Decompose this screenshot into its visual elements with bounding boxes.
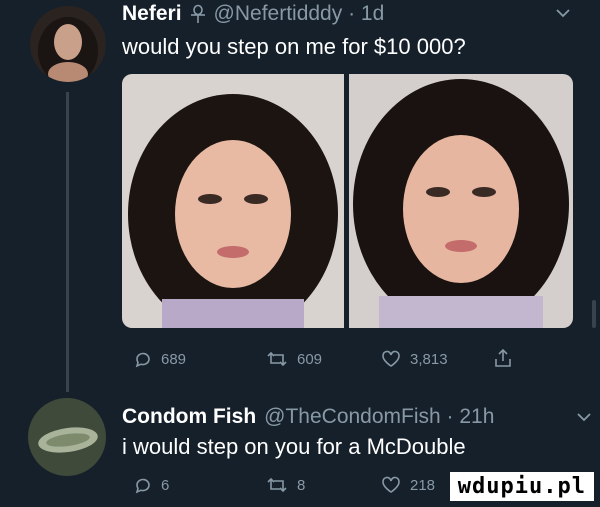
avatar-condom-fish[interactable] (28, 398, 106, 476)
ankh-icon (188, 4, 208, 24)
reply-count: 6 (161, 476, 170, 494)
reply-icon (133, 475, 153, 495)
share-button[interactable] (493, 347, 513, 369)
photo-left-image (122, 74, 344, 328)
like-button[interactable]: 3,813 (380, 349, 448, 369)
reply-button[interactable]: 689 (133, 349, 186, 369)
avatar-neferi[interactable] (30, 6, 106, 82)
retweet-count: 609 (297, 350, 323, 368)
share-icon (493, 347, 513, 369)
tweet1-header: Neferi @Nefertidddy · 1d (122, 0, 562, 28)
scrollbar[interactable] (592, 300, 596, 328)
tweet1-handle-time[interactable]: @Nefertidddy · 1d (214, 2, 385, 26)
like-count: 218 (410, 476, 436, 494)
retweet-count: 8 (297, 476, 306, 494)
tweet2-header: Condom Fish @TheCondomFish · 21h (122, 403, 562, 431)
like-button[interactable]: 218 (380, 475, 435, 495)
tweet1-photo-left[interactable] (122, 74, 344, 328)
heart-icon (380, 349, 402, 369)
tweet2-display-name[interactable]: Condom Fish (122, 405, 256, 429)
like-count: 3,813 (410, 350, 448, 368)
avatar-image (30, 6, 106, 82)
avatar-image (28, 398, 106, 476)
chevron-down-icon[interactable] (576, 410, 592, 424)
chevron-down-icon[interactable] (555, 6, 571, 20)
retweet-button[interactable]: 609 (265, 349, 322, 369)
tweet1-text: would you step on me for $10 000? (122, 34, 466, 59)
heart-icon (380, 475, 402, 495)
reply-icon (133, 349, 153, 369)
thread-line (66, 92, 69, 392)
retweet-button[interactable]: 8 (265, 475, 305, 495)
reply-count: 689 (161, 350, 187, 368)
photo-right-image (349, 74, 573, 328)
tweet1-display-name[interactable]: Neferi (122, 2, 182, 26)
watermark: wdupiu.pl (449, 472, 594, 501)
reply-button[interactable]: 6 (133, 475, 169, 495)
tweet2-text: i would step on you for a McDouble (122, 434, 466, 459)
retweet-icon (265, 475, 289, 495)
tweet2-handle-time[interactable]: @TheCondomFish · 21h (264, 405, 494, 429)
retweet-icon (265, 349, 289, 369)
tweet1-photo-right[interactable] (349, 74, 573, 328)
